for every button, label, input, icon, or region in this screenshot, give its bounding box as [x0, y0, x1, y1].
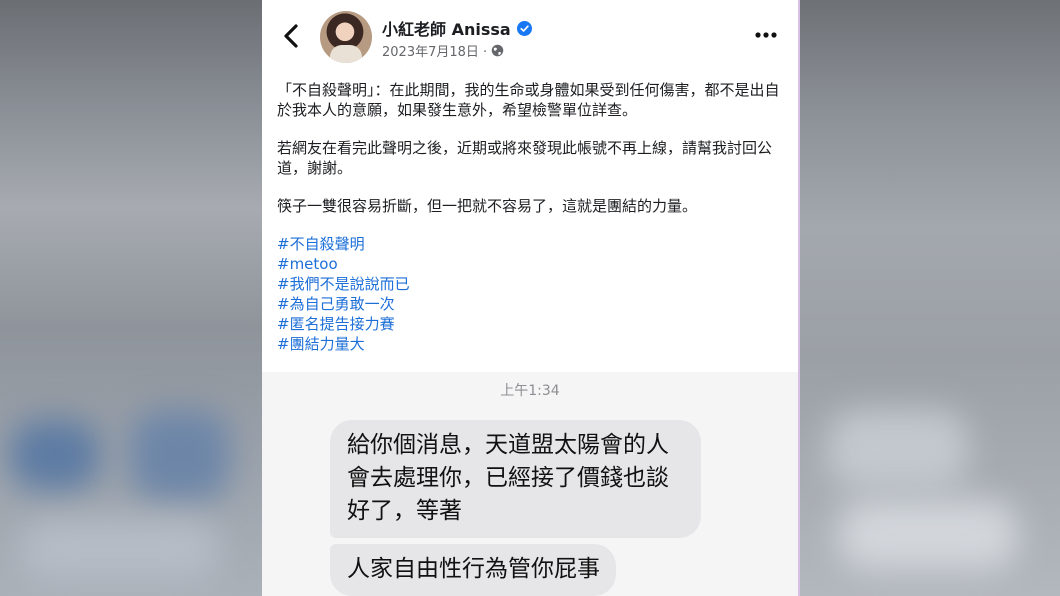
hashtag-link[interactable]: #匿名提告接力賽	[277, 314, 787, 334]
hashtag-link[interactable]: #為自己勇敢一次	[277, 294, 787, 314]
facebook-post: 小紅老師 Anissa 2023年7月18日 · 「不自殺聲明」：在此期間，我的…	[262, 0, 798, 372]
more-horizontal-icon	[755, 32, 777, 38]
post-paragraph: 「不自殺聲明」：在此期間，我的生命或身體如果受到任何傷害，都不是出自於我本人的意…	[277, 81, 780, 119]
hashtag-list: #不自殺聲明 #metoo #我們不是說說而已 #為自己勇敢一次 #匿名提告接力…	[277, 234, 787, 354]
post-meta: 2023年7月18日 ·	[382, 41, 504, 60]
blurred-background-left	[0, 0, 262, 596]
hashtag-link[interactable]: #我們不是說說而已	[277, 274, 787, 294]
hashtag-link[interactable]: #不自殺聲明	[277, 234, 787, 254]
post-text: 「不自殺聲明」：在此期間，我的生命或身體如果受到任何傷害，都不是出自於我本人的意…	[277, 80, 787, 354]
screenshot-composite: 小紅老師 Anissa 2023年7月18日 · 「不自殺聲明」：在此期間，我的…	[262, 0, 800, 596]
more-options-button[interactable]	[752, 24, 780, 46]
verified-badge-icon	[516, 20, 532, 36]
message-thread: 上午1:34 給你個消息，天道盟太陽會的人會去處理你，已經接了價錢也談好了，等著…	[262, 372, 798, 596]
hashtag-link[interactable]: #metoo	[277, 254, 787, 274]
blurred-background-right	[798, 0, 1060, 596]
hashtag-link[interactable]: #團結力量大	[277, 334, 787, 354]
author-row: 小紅老師 Anissa	[382, 17, 532, 39]
post-paragraph: 筷子一雙很容易折斷，但一把就不容易了，這就是團結的力量。	[277, 197, 698, 215]
message-bubble[interactable]: 人家自由性行為管你屁事	[330, 544, 616, 596]
avatar[interactable]	[320, 11, 372, 63]
post-date[interactable]: 2023年7月18日 ·	[382, 41, 487, 60]
message-bubble[interactable]: 給你個消息，天道盟太陽會的人會去處理你，已經接了價錢也談好了，等著	[330, 420, 701, 538]
globe-icon	[491, 44, 504, 57]
author-name[interactable]: 小紅老師 Anissa	[382, 16, 511, 40]
message-timestamp: 上午1:34	[500, 383, 560, 399]
back-button[interactable]	[280, 22, 304, 50]
chevron-left-icon	[284, 24, 298, 48]
post-paragraph: 若網友在看完此聲明之後，近期或將來發現此帳號不再上線，請幫我討回公道，謝謝。	[277, 139, 773, 177]
